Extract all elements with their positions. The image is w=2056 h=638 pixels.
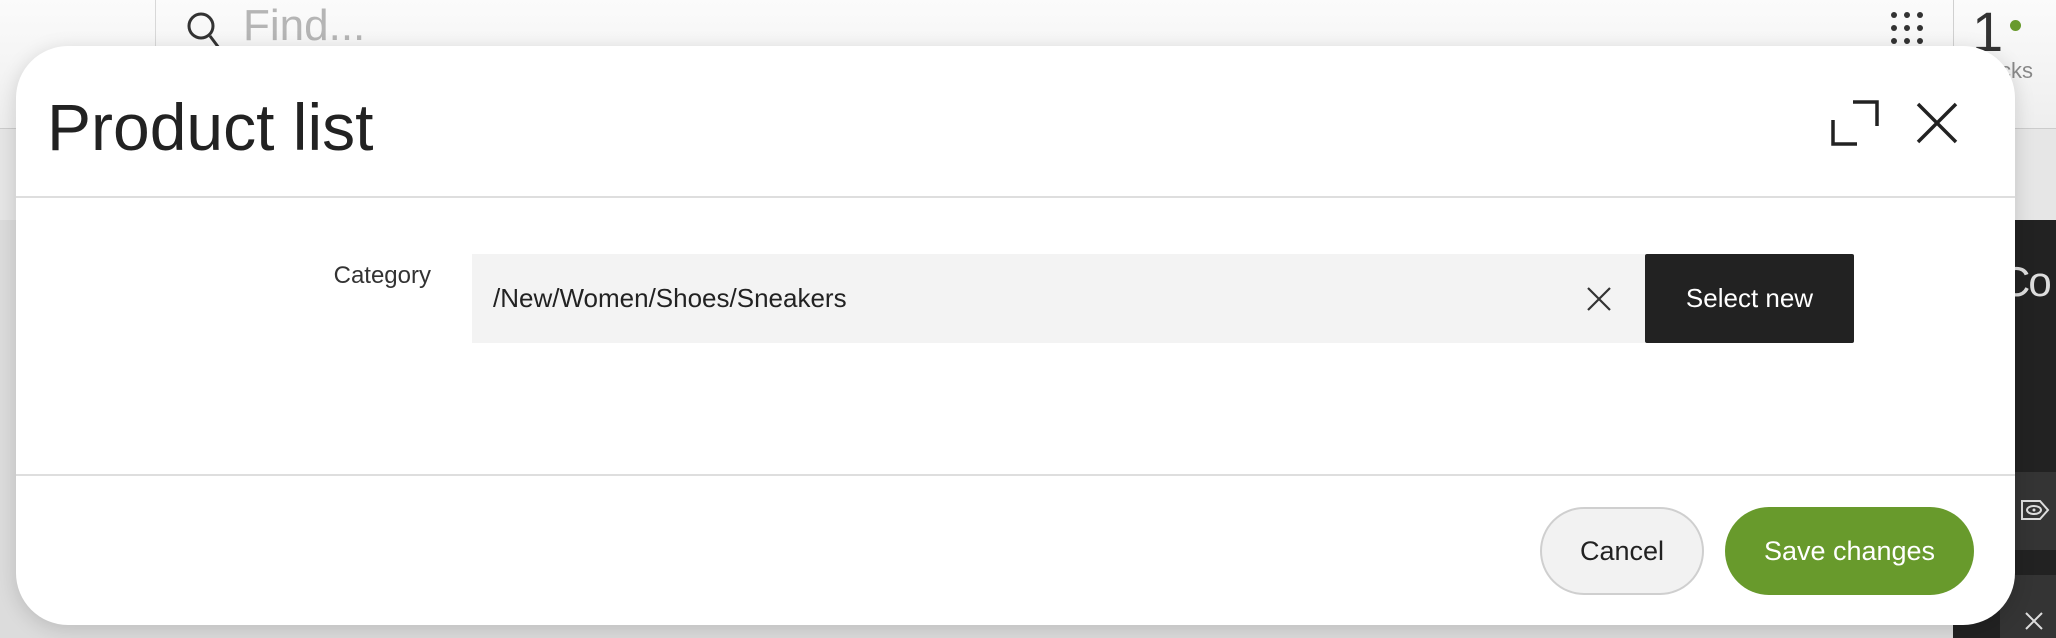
close-icon[interactable] <box>1914 100 1960 146</box>
expand-icon[interactable] <box>1830 98 1880 148</box>
close-icon <box>2025 612 2043 630</box>
apps-grid-icon[interactable] <box>1889 10 1925 46</box>
select-new-button[interactable]: Select new <box>1645 254 1854 343</box>
dialog-title: Product list <box>47 90 374 164</box>
eye-tag-icon <box>2021 500 2050 520</box>
header-divider <box>16 196 2015 198</box>
footer-divider <box>16 474 2015 476</box>
category-value: /New/Women/Shoes/Sneakers <box>493 283 847 313</box>
search-input[interactable]: Find... <box>243 0 365 52</box>
product-list-dialog: Product list Category /New/Women/Shoes/S… <box>16 46 2015 625</box>
clear-icon[interactable] <box>1586 286 1612 312</box>
cancel-button[interactable]: Cancel <box>1540 507 1704 595</box>
status-dot <box>2010 20 2021 31</box>
category-label: Category <box>333 262 431 289</box>
category-field[interactable]: /New/Women/Shoes/Sneakers <box>472 254 1645 343</box>
save-changes-button[interactable]: Save changes <box>1725 507 1974 595</box>
